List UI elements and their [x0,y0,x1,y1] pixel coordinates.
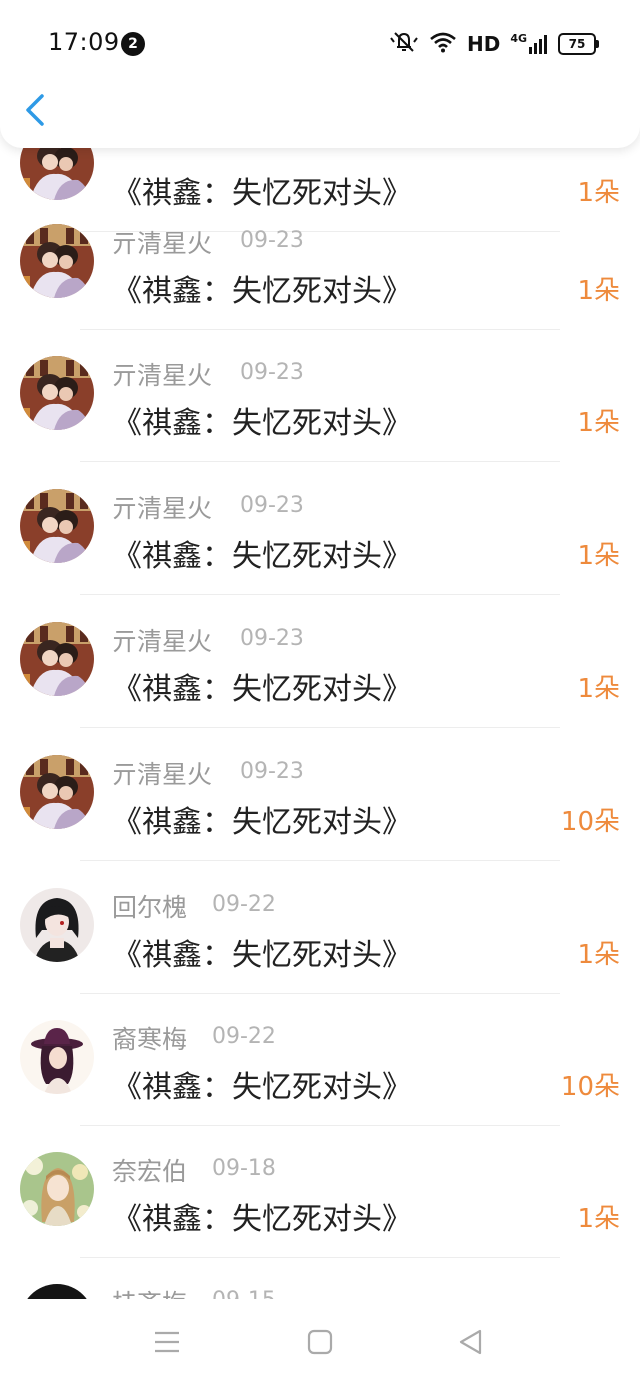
cell-signal-icon: 4G [510,33,548,55]
back-nav-button[interactable] [456,1327,486,1357]
gift-date: 09-22 [212,1024,276,1049]
gift-date: 09-23 [240,759,304,784]
mute-bell-icon [389,30,419,58]
menu-button[interactable] [152,1327,182,1357]
book-title: 《祺鑫：失忆死对头》 [112,406,412,441]
back-button[interactable] [18,88,54,132]
battery-level: 75 [568,37,586,51]
avatar[interactable] [20,356,94,430]
book-title: 《祺鑫：失忆死对头》 [112,1202,412,1237]
list-item[interactable]: 亓清星火 09-23 《祺鑫：失忆死对头》 1朵 [0,330,640,462]
notification-badge: 2 [121,32,145,56]
list-item[interactable]: 亓清星火 09-23 《祺鑫：失忆死对头》 1朵 [0,596,640,728]
user-name: 亓清星火 [112,229,213,258]
gift-date: 09-22 [212,892,276,917]
gift-date: 09-23 [240,626,304,651]
list-item[interactable]: 亓清星火 09-23 《祺鑫：失忆死对头》 1朵 [0,198,640,330]
flower-amount: 10朵 [560,1072,620,1102]
list-item[interactable]: 亓清星火 09-23 《祺鑫：失忆死对头》 1朵 [0,463,640,595]
book-title: 《祺鑫：失忆死对头》 [112,274,412,309]
header: 17:09 2 HD 4G 75 [0,0,640,148]
wifi-icon [429,31,457,57]
hd-label: HD [466,32,501,56]
divider [80,860,560,861]
avatar[interactable] [20,888,94,962]
book-title: 《祺鑫：失忆死对头》 [112,672,412,707]
list-item[interactable]: 奈宏伯 09-18 《祺鑫：失忆死对头》 1朵 [0,1126,640,1258]
flower-amount: 1朵 [577,1204,620,1234]
status-icons: HD 4G 75 [389,30,599,58]
divider [80,727,560,728]
avatar[interactable] [20,489,94,563]
user-name: 亓清星火 [112,760,213,789]
user-name: 亓清星火 [112,627,213,656]
home-button[interactable] [305,1327,335,1357]
divider [80,594,560,595]
flower-amount: 1朵 [577,276,620,306]
flower-amount: 1朵 [577,940,620,970]
chevron-left-icon [26,94,44,126]
user-name: 回尔槐 [112,893,188,922]
avatar[interactable] [20,755,94,829]
book-title: 《祺鑫：失忆死对头》 [112,1070,412,1105]
gift-date: 09-18 [212,1156,276,1181]
list-item[interactable]: 亓清星火 09-23 《祺鑫：失忆死对头》 10朵 [0,729,640,861]
flower-amount: 10朵 [560,807,620,837]
status-time: 17:09 [48,28,120,56]
navigation-bar [0,1299,640,1387]
user-name: 裔寒梅 [112,1025,188,1054]
avatar[interactable] [20,1284,94,1300]
gift-date: 09-23 [240,360,304,385]
back-triangle-icon [459,1329,482,1355]
home-square-icon [307,1329,333,1355]
menu-icon [155,1331,179,1353]
battery-icon: 75 [558,33,599,55]
user-name: 奈宏伯 [112,1157,188,1186]
avatar[interactable] [20,1152,94,1226]
flower-amount: 1朵 [577,408,620,438]
gift-list[interactable]: 《祺鑫：失忆死对头》 1朵 亓清星火 09-23 《祺鑫：失忆死对头》 1朵 亓清星火 09-… [0,0,640,1300]
avatar[interactable] [20,1020,94,1094]
list-item[interactable]: 裔寒梅 09-22 《祺鑫：失忆死对头》 10朵 [0,994,640,1126]
flower-amount: 1朵 [577,674,620,704]
user-name: 亓清星火 [112,494,213,523]
book-title: 《祺鑫：失忆死对头》 [112,938,412,973]
user-name: 桂斉梅 [112,1284,187,1300]
network-type-label: 4G [510,32,527,45]
avatar[interactable] [20,224,94,298]
screen: 《祺鑫：失忆死对头》 1朵 亓清星火 09-23 《祺鑫：失忆死对头》 1朵 亓清星火 09-… [0,0,640,1387]
flower-amount: 1朵 [577,541,620,571]
gift-date: 09-23 [240,228,304,253]
avatar[interactable] [20,622,94,696]
divider [80,461,560,462]
gift-date: 09-23 [240,493,304,518]
list-item[interactable]: 桂斉梅09-15 [0,1258,640,1300]
book-title: 《祺鑫：失忆死对头》 [112,805,412,840]
book-title: 《祺鑫：失忆死对头》 [112,539,412,574]
user-name: 亓清星火 [112,361,213,390]
list-item[interactable]: 回尔槐 09-22 《祺鑫：失忆死对头》 1朵 [0,862,640,994]
